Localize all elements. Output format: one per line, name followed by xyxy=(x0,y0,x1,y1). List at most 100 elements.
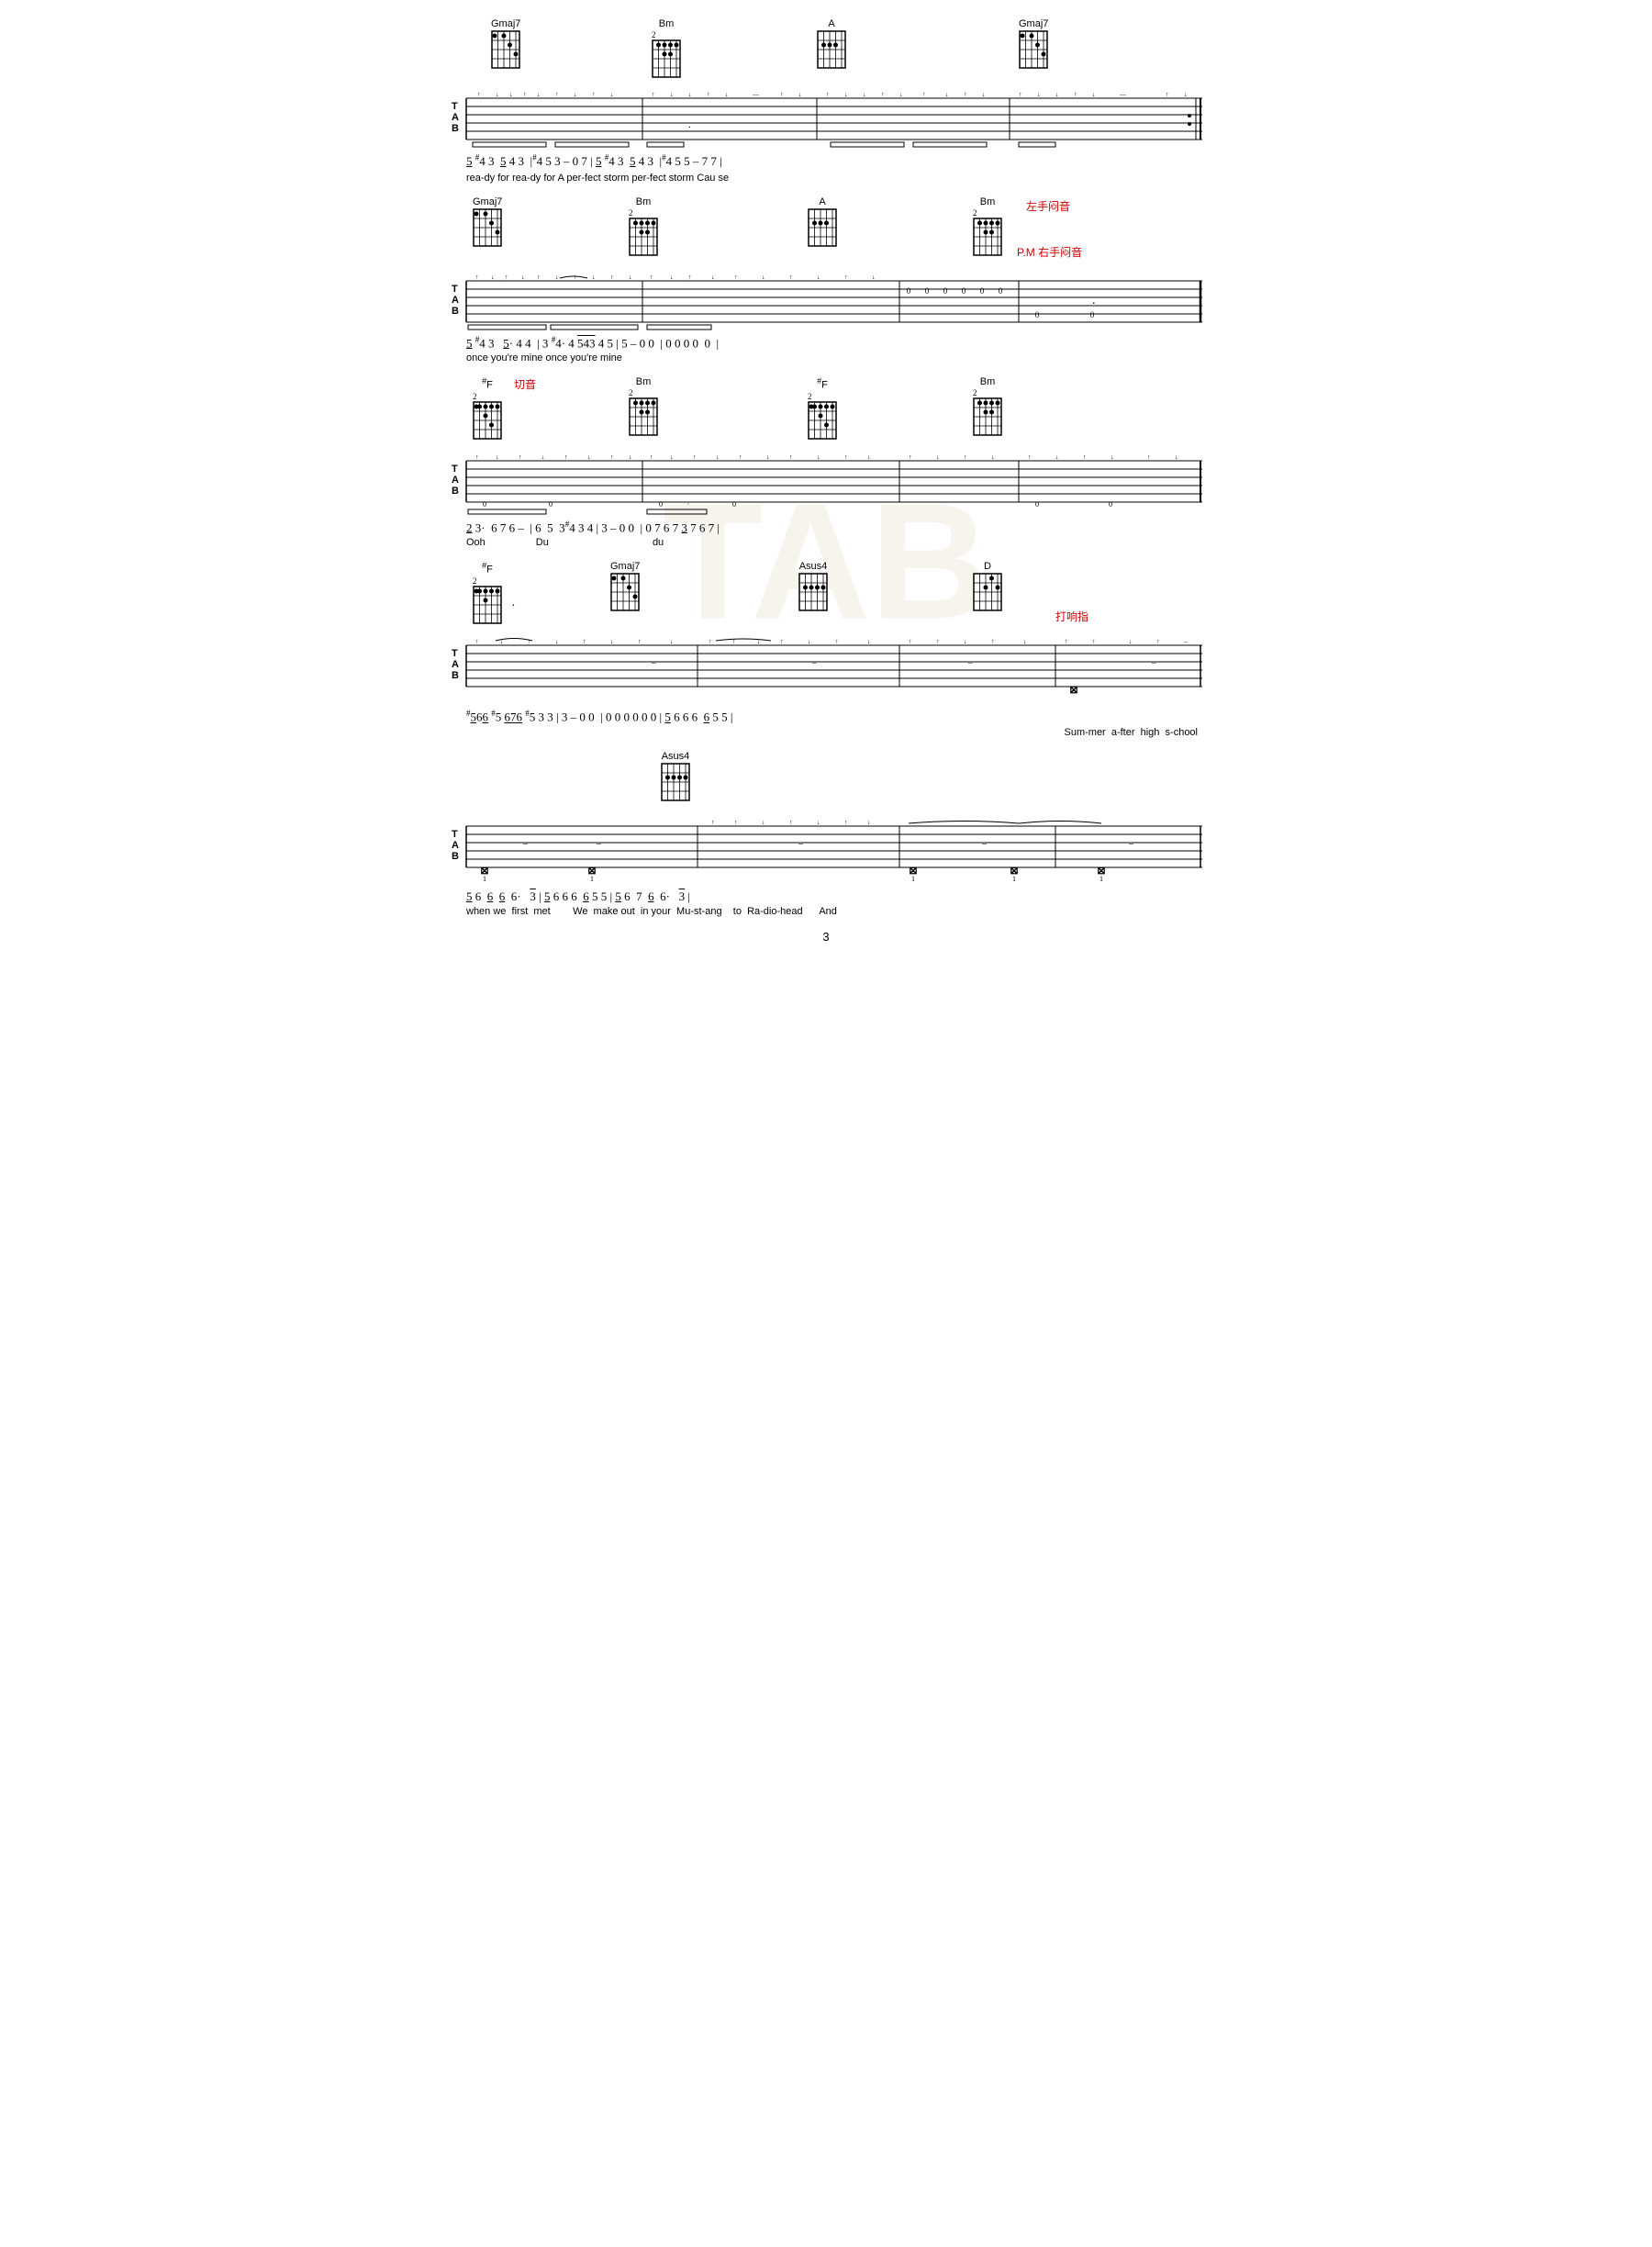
svg-text:↓: ↓ xyxy=(670,91,674,98)
svg-text:↓: ↓ xyxy=(867,638,871,645)
content: Gmaj7 xyxy=(450,18,1202,944)
chord-name: A xyxy=(828,18,834,30)
section-1: Gmaj7 xyxy=(450,18,1202,184)
svg-text:↑: ↑ xyxy=(964,453,967,461)
svg-text:↑: ↑ xyxy=(1074,91,1077,98)
svg-text:↓: ↓ xyxy=(844,91,848,98)
svg-text:↓: ↓ xyxy=(670,638,674,645)
svg-text:↓: ↓ xyxy=(629,274,632,281)
svg-text:↓: ↓ xyxy=(541,453,545,461)
svg-text:–: – xyxy=(1128,839,1134,849)
svg-text:↑: ↑ xyxy=(734,274,738,281)
svg-text:↑: ↑ xyxy=(505,274,508,281)
svg-text:↑: ↑ xyxy=(1156,638,1160,645)
svg-text:0: 0 xyxy=(1035,500,1039,509)
svg-text:↑: ↑ xyxy=(844,274,848,281)
svg-text:↑: ↑ xyxy=(826,91,830,98)
svg-text:↑: ↑ xyxy=(523,91,527,98)
svg-text:↓: ↓ xyxy=(899,91,903,98)
svg-text:↑: ↑ xyxy=(610,274,614,281)
chord-f-sharp-1: #F 2 xyxy=(473,376,502,440)
chord-bm-3: Bm 2 xyxy=(973,196,1002,256)
svg-text:–: – xyxy=(1183,638,1188,645)
svg-text:↓: ↓ xyxy=(1037,91,1041,98)
svg-text:B: B xyxy=(452,123,459,134)
chord-bm-2: Bm 2 xyxy=(629,196,658,256)
svg-text:–: – xyxy=(981,839,988,849)
svg-text:↓: ↓ xyxy=(587,453,591,461)
svg-text:↑: ↑ xyxy=(650,453,653,461)
svg-text:↓: ↓ xyxy=(537,91,541,98)
chord-bm-1: Bm 2 xyxy=(652,18,681,78)
svg-text:↑: ↑ xyxy=(844,819,848,826)
chord-diagram: × xyxy=(973,573,1002,611)
svg-text:↓: ↓ xyxy=(725,91,729,98)
svg-text:↓: ↓ xyxy=(592,274,596,281)
svg-text:↑: ↑ xyxy=(583,638,586,645)
dot-marker: · xyxy=(511,599,516,614)
svg-text:↑: ↑ xyxy=(475,453,479,461)
svg-text:↓: ↓ xyxy=(1055,91,1059,98)
svg-text:↓: ↓ xyxy=(1129,638,1133,645)
svg-text:↑: ↑ xyxy=(688,274,692,281)
svg-text:↑: ↑ xyxy=(780,91,784,98)
svg-text:↑: ↑ xyxy=(922,91,926,98)
svg-text:↑: ↑ xyxy=(592,91,596,98)
svg-text:0: 0 xyxy=(980,286,985,296)
svg-text:A: A xyxy=(452,295,459,306)
lyrics-text-1: rea-dy for rea-dy for A per-fect storm p… xyxy=(466,173,729,184)
svg-text:↑: ↑ xyxy=(964,91,967,98)
chord-diagram xyxy=(473,586,502,624)
notation-row-2: 5 #4 3 5· 4 4 | 3 #4· 4 543 4 5 | 5 – 0 … xyxy=(466,335,1202,351)
svg-text:o: o xyxy=(831,30,833,32)
page-number: 3 xyxy=(450,930,1202,944)
svg-text:↑: ↑ xyxy=(652,91,655,98)
svg-text:↑: ↑ xyxy=(734,819,738,826)
svg-text:↑: ↑ xyxy=(835,638,839,645)
svg-text:↓: ↓ xyxy=(496,453,499,461)
section-4: #F 2 xyxy=(450,561,1202,737)
section-2: Gmaj7 xyxy=(450,196,1202,363)
lyrics-text-2: once you're mine once you're mine xyxy=(466,352,622,363)
tab-staff-5: T A B – – – – – ↑ xyxy=(450,817,1202,886)
notation-row-1: 5 #4 3 5 4 3 |#4 5 3 – 0 7 | 5 #4 3 5 4 … xyxy=(466,152,1202,171)
svg-text:0: 0 xyxy=(943,286,948,296)
chord-diagram xyxy=(808,208,837,247)
chord-diagram xyxy=(661,763,690,801)
chord-diagram xyxy=(808,401,837,440)
svg-text:↑: ↑ xyxy=(789,453,793,461)
svg-text:0: 0 xyxy=(907,286,911,296)
chord-diagram xyxy=(1019,30,1048,69)
section-3: #F 2 xyxy=(450,376,1202,548)
svg-text:↓: ↓ xyxy=(964,638,967,645)
lyrics-row-2: once you're mine once you're mine xyxy=(466,352,1202,363)
svg-text:–: – xyxy=(651,658,656,667)
svg-text:↑: ↑ xyxy=(1166,91,1169,98)
svg-text:0: 0 xyxy=(1109,500,1112,509)
svg-text:↓: ↓ xyxy=(496,91,499,98)
svg-text:⊠: ⊠ xyxy=(1069,685,1077,696)
annotation-text: 切音 xyxy=(514,378,536,391)
svg-text:↑: ↑ xyxy=(1092,638,1096,645)
svg-text:↓: ↓ xyxy=(872,274,876,281)
svg-text:↓: ↓ xyxy=(509,91,513,98)
chord-name: Gmaj7 xyxy=(491,18,520,30)
svg-text:↓: ↓ xyxy=(867,453,871,461)
svg-text:↓: ↓ xyxy=(817,453,820,461)
svg-text:↓: ↓ xyxy=(1111,453,1114,461)
svg-text:T: T xyxy=(452,648,458,659)
svg-text:—: — xyxy=(752,91,760,98)
svg-text:↑: ↑ xyxy=(711,819,715,826)
svg-text:T: T xyxy=(452,284,458,295)
svg-text:↓: ↓ xyxy=(817,274,820,281)
svg-text:↑: ↑ xyxy=(739,453,742,461)
svg-text:↑: ↑ xyxy=(564,453,568,461)
chord-diagram xyxy=(473,401,502,440)
svg-text:↓: ↓ xyxy=(574,91,577,98)
chord-diagram xyxy=(629,397,658,436)
chord-bm-4: Bm 2 xyxy=(629,376,658,436)
svg-text:A: A xyxy=(452,840,459,851)
page: TAB Gmaj7 xyxy=(413,0,1239,1124)
svg-text:↓: ↓ xyxy=(555,638,559,645)
svg-text:↑: ↑ xyxy=(475,638,479,645)
